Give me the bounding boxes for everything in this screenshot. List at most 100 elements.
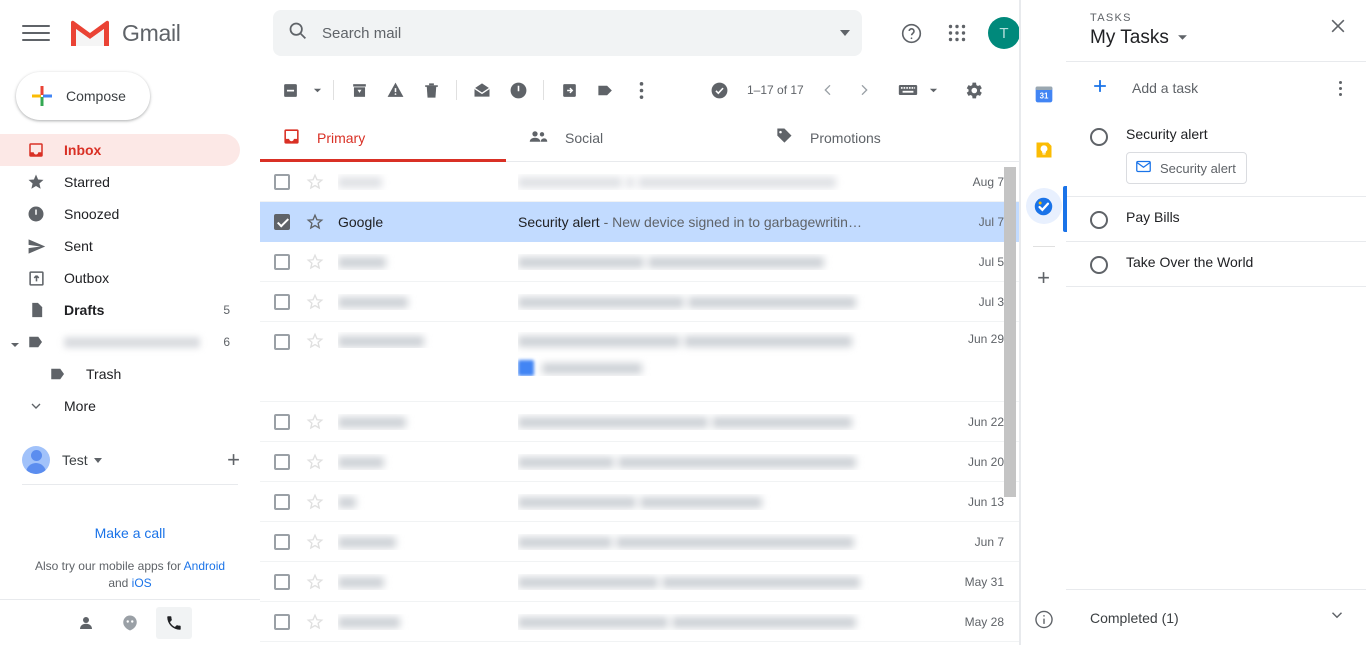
star-icon[interactable] [304,213,326,231]
hamburger-icon[interactable] [22,19,50,47]
sidebar-item-snoozed[interactable]: Snoozed [0,198,240,230]
google-calendar-icon[interactable]: 31 [1026,76,1062,112]
chevron-down-icon[interactable] [10,337,20,347]
archive-icon[interactable] [341,72,377,108]
star-icon[interactable] [304,613,326,631]
close-icon[interactable] [1324,12,1352,45]
report-spam-icon[interactable] [377,72,413,108]
scrollbar-thumb[interactable] [1004,167,1016,497]
row-checkbox[interactable] [272,612,292,632]
table-row[interactable]: Jul 5 [260,242,1020,282]
star-icon[interactable] [304,533,326,551]
search-options-chevron-down-icon[interactable] [840,30,850,36]
select-all-checkbox-icon[interactable] [272,72,308,108]
tasks-list-selector[interactable]: My Tasks [1090,27,1188,49]
chevron-left-icon[interactable] [810,72,846,108]
row-checkbox[interactable] [272,212,292,232]
task-complete-radio[interactable] [1090,256,1108,274]
completed-section-toggle[interactable]: Completed (1) [1066,589,1366,645]
more-vertical-icon[interactable] [1331,75,1350,102]
sidebar-item-starred[interactable]: Starred [0,166,240,198]
hangouts-account-row[interactable]: Test + [0,436,260,484]
apps-grid-icon[interactable] [942,18,972,48]
table-row[interactable]: Jun 22 [260,402,1020,442]
select-all-chevron-down-icon[interactable] [308,72,326,108]
star-icon[interactable] [304,173,326,191]
table-row[interactable]: Jun 13 [260,482,1020,522]
info-icon[interactable] [1033,609,1054,635]
sidebar-item-custom-label[interactable]: 6 [0,326,240,358]
row-checkbox[interactable] [272,412,292,432]
google-tasks-icon[interactable] [1025,188,1062,224]
row-checkbox[interactable] [272,492,292,512]
sidebar-item-inbox[interactable]: Inbox [0,134,240,166]
move-to-folder-icon[interactable] [551,72,587,108]
mark-as-read-icon[interactable] [464,72,500,108]
make-a-call-link[interactable]: Make a call [0,525,260,541]
gear-icon[interactable] [956,72,992,108]
search-input[interactable] [322,24,840,42]
plus-icon[interactable]: + [227,449,240,471]
compose-button[interactable]: Compose [16,72,150,120]
google-keep-icon[interactable] [1026,132,1062,168]
table-row[interactable]: May 31 [260,562,1020,602]
list-item[interactable]: Pay Bills [1066,197,1366,242]
row-checkbox[interactable] [272,332,292,352]
chevron-right-icon[interactable] [846,72,882,108]
chevron-down-icon[interactable] [93,457,102,463]
attachment-chip[interactable] [518,360,938,376]
plus-icon[interactable] [1090,76,1110,101]
input-tools-icon[interactable] [890,72,926,108]
sidebar-item-outbox[interactable]: Outbox [0,262,240,294]
tab-social[interactable]: Social [506,114,752,161]
search-box[interactable] [273,10,862,56]
snooze-clock-icon[interactable] [500,72,536,108]
help-icon[interactable] [896,18,926,48]
task-complete-radio[interactable] [1090,211,1108,229]
table-row[interactable]: Aug 7 [260,162,1020,202]
add-addon-plus-icon[interactable]: + [1037,267,1050,289]
table-row[interactable]: Jun 7 [260,522,1020,562]
star-icon[interactable] [304,332,326,350]
add-task-row[interactable]: Add a task [1066,62,1366,114]
input-tools-chevron-down-icon[interactable] [926,72,942,108]
sidebar-item-drafts[interactable]: Drafts 5 [0,294,240,326]
table-row[interactable]: May 28 [260,602,1020,642]
table-row[interactable]: Jun 29 [260,322,1020,402]
task-linked-email-chip[interactable]: Security alert [1126,152,1247,184]
table-row[interactable]: Jun 20 [260,442,1020,482]
labels-icon[interactable] [587,72,623,108]
list-item[interactable]: Take Over the World [1066,242,1366,287]
star-icon[interactable] [304,293,326,311]
tab-promotions[interactable]: Promotions [752,114,998,161]
chat-icon[interactable] [112,607,148,639]
row-checkbox[interactable] [272,452,292,472]
table-row[interactable]: Jul 3 [260,282,1020,322]
sidebar-item-trash[interactable]: Trash [0,358,240,390]
more-vertical-icon[interactable] [623,72,659,108]
star-icon[interactable] [304,493,326,511]
ios-link[interactable]: iOS [132,576,152,590]
email-list-scrollbar[interactable] [1004,162,1016,645]
add-to-tasks-icon[interactable] [701,72,737,108]
contacts-icon[interactable] [68,607,104,639]
star-icon[interactable] [304,573,326,591]
phone-icon[interactable] [156,606,192,639]
row-checkbox[interactable] [272,172,292,192]
task-complete-radio[interactable] [1090,128,1108,146]
row-checkbox[interactable] [272,572,292,592]
account-avatar[interactable]: T [988,17,1020,49]
star-icon[interactable] [304,413,326,431]
star-icon[interactable] [304,453,326,471]
sidebar-item-more[interactable]: More [0,390,240,422]
star-icon[interactable] [304,253,326,271]
android-link[interactable]: Android [184,559,225,573]
row-checkbox[interactable] [272,532,292,552]
trash-icon[interactable] [413,72,449,108]
sidebar-item-sent[interactable]: Sent [0,230,240,262]
row-checkbox[interactable] [272,292,292,312]
list-item[interactable]: Security alert Security alert [1066,114,1366,197]
row-checkbox[interactable] [272,252,292,272]
table-row[interactable]: Google Security alert - New device signe… [260,202,1020,242]
tab-primary[interactable]: Primary [260,114,506,162]
